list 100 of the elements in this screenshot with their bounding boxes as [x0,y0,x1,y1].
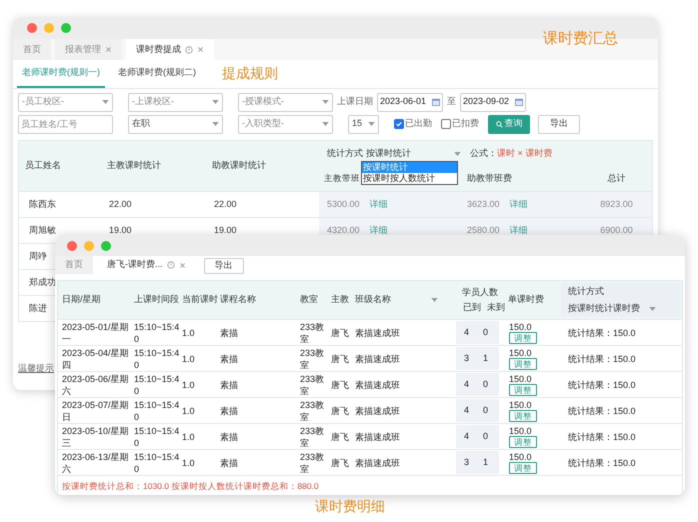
table-cell-text: 0 [483,430,488,443]
detail-link[interactable]: 详细 [510,224,528,238]
table-cell-text: 19.00 [214,224,237,237]
select-field[interactable]: 在职 [128,114,223,134]
table-cell-text: 233教室 [300,320,326,344]
calendar-icon [515,98,523,106]
table-cell: 150.0 [509,348,532,358]
rule-tab[interactable]: 老师课时费(规则一) [17,60,105,88]
column-header: 主教 [331,293,349,306]
table-cell-text: 2580.00 [467,224,500,237]
calendar-icon [432,98,440,106]
tab[interactable]: 报表管理 [55,39,122,60]
rule-tab[interactable]: 老师课时费(规则二) [113,60,201,88]
select-field[interactable]: 15 [348,114,379,134]
table-cell: 15:10~15:40 [134,320,180,344]
adjust-button[interactable]: 调整 [509,410,537,422]
column-header: 已到 [463,302,481,313]
export-button[interactable]: 导出 [204,258,244,274]
table-cell: 唐飞 [331,404,349,416]
table-cell-text: 22.00 [214,198,237,211]
adjust-button[interactable]: 调整 [509,358,537,370]
column-header: 员工姓名 [25,159,61,172]
table-cell: 15:10~15:40 [134,450,180,474]
adjust-button[interactable]: 调整 [509,332,537,344]
summary-text: 按课时费统计总和：1030.0 按课时按人数统计课时费总和：880.0 [58,475,682,495]
table-cell-text: 8923.00 [600,198,633,211]
table-cell-text: 5300.00 [327,198,360,211]
table-cell-text: 陈西东 [29,198,56,211]
tab[interactable]: 课时费提成 [126,39,214,60]
adjust-button[interactable]: 调整 [509,462,537,474]
tab[interactable]: 首页 [55,256,93,274]
dropdown-item[interactable]: 按课时按人数统计 [362,173,457,184]
table-cell: 15:10~15:40 [134,346,180,370]
table-cell-text: 0 [483,404,488,417]
table-cell-text: 陈进 [29,302,47,315]
table-cell-text: 233教室 [300,346,326,370]
table-cell: 统计结果：150.0 [568,378,636,390]
search-icon [496,120,502,128]
table-cell: 150.0 [509,322,532,332]
detail-link[interactable]: 详细 [510,198,528,212]
detail-link[interactable]: 详细 [370,198,388,212]
check-icon [395,120,403,128]
table-cell-text: 4 [464,404,470,417]
caret-icon [454,152,461,156]
table-cell-text: 0 [483,326,488,339]
column-header: 未到 [487,302,505,313]
table-cell: 素描 [220,352,238,364]
table-cell: 15:10~15:40 [134,398,180,422]
select-field[interactable]: -入职类型- [238,114,333,134]
select-field[interactable]: 按课时统计课时费 [568,302,656,316]
table-cell: 素描 [220,404,238,416]
table-cell: 素描 [220,456,238,468]
input-field[interactable]: 员工姓名/工号 [18,114,113,134]
table-cell-text: 22.00 [109,198,132,211]
select-field[interactable]: -上课校区- [128,92,223,112]
caption: 课时费汇总 [543,29,618,49]
table-cell-text: 233教室 [300,450,326,474]
select-field[interactable]: -授课模式- [238,92,333,112]
table-cell: 1.0 [182,326,195,338]
caret-icon [212,100,219,104]
export-button[interactable]: 导出 [538,114,580,134]
column-header: 当前课时 [182,293,218,306]
table-cell-text: 3 [464,456,470,469]
adjust-button[interactable]: 调整 [509,384,537,396]
table-cell: 唐飞 [331,378,349,390]
table-cell: 统计结果：150.0 [568,456,636,468]
table-cell-text: 4 [464,326,470,339]
table-cell-text: 233教室 [300,424,326,448]
checkbox[interactable]: 已出勤 [394,117,432,131]
select-field[interactable]: -员工校区- [18,92,113,112]
dropdown-item[interactable]: 按课时统计 [362,162,457,173]
date-field[interactable]: 2023-09-02 [460,92,526,112]
table-cell: 统计结果：150.0 [568,352,636,364]
search-button[interactable]: 查询 [488,114,530,134]
column-header: 学员人数 [461,287,499,298]
table-cell: 统计结果：150.0 [568,326,636,338]
date-field[interactable]: 2023-06-01 [377,92,443,112]
table-cell-text: 1 [483,456,488,469]
tab[interactable]: 首页 [13,39,51,60]
table-cell: 素描速成班 [355,430,400,442]
table-cell: 150.0 [509,374,532,384]
select-field[interactable]: 按课时统计 [366,146,463,160]
checkbox[interactable]: 已扣费 [441,117,479,131]
detail-link[interactable]: 详细 [370,224,388,238]
column-header: 上课时间段 [134,293,179,306]
info-icon [166,261,174,269]
table-cell: 150.0 [509,426,532,436]
table-cell: 150.0 [509,452,532,462]
field-label: 至 [447,95,456,108]
table-cell-text: 0 [483,378,488,391]
column-header: 课程名称 [220,293,256,306]
column-header: 统计方式 [568,284,605,298]
caption: 提成规则 [222,64,278,83]
tip-text: 温馨提示 [18,362,54,375]
table-cell: 唐飞 [331,352,349,364]
table-cell: 1.0 [182,378,195,390]
adjust-button[interactable]: 调整 [509,436,537,448]
table-cell: 素描 [220,326,238,338]
caret-icon [649,306,656,311]
table-cell-text: 周竫 [29,250,47,263]
